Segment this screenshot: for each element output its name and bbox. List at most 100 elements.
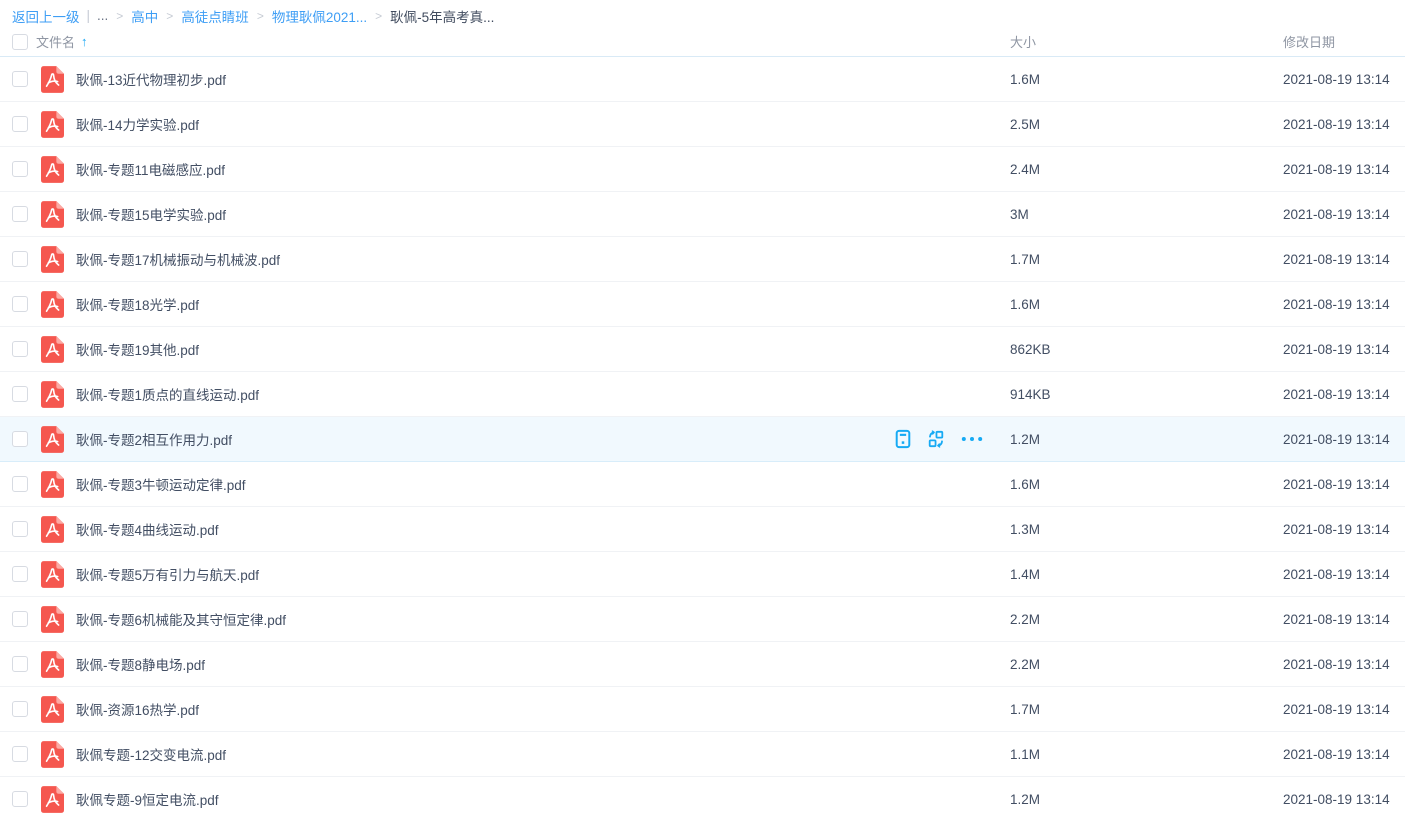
row-checkbox[interactable]: [12, 611, 28, 627]
breadcrumb-chevron: >: [375, 9, 382, 23]
pdf-file-icon: [41, 246, 64, 273]
file-name[interactable]: 耿佩-专题19其他.pdf: [76, 339, 1010, 359]
row-checkbox[interactable]: [12, 656, 28, 672]
column-header-size[interactable]: 大小: [1010, 32, 1283, 51]
breadcrumb: 返回上一级 | ... > 高中 > 高徒点睛班 > 物理耿佩2021... >…: [0, 0, 1405, 27]
breadcrumb-pipe-divider: |: [87, 8, 91, 23]
file-size: 1.3M: [1010, 522, 1283, 537]
pdf-file-icon: [41, 471, 64, 498]
row-checkbox[interactable]: [12, 476, 28, 492]
row-checkbox[interactable]: [12, 296, 28, 312]
file-size: 1.4M: [1010, 567, 1283, 582]
file-name[interactable]: 耿佩-专题15电学实验.pdf: [76, 204, 1010, 224]
row-checkbox[interactable]: [12, 71, 28, 87]
row-checkbox[interactable]: [12, 521, 28, 537]
file-name[interactable]: 耿佩-13近代物理初步.pdf: [76, 69, 1010, 89]
breadcrumb-link-gaotu[interactable]: 高徒点睛班: [181, 6, 249, 26]
file-date: 2021-08-19 13:14: [1283, 432, 1405, 447]
row-checkbox[interactable]: [12, 341, 28, 357]
share-transfer-icon[interactable]: [927, 429, 945, 449]
file-name[interactable]: 耿佩-专题17机械振动与机械波.pdf: [76, 249, 1010, 269]
file-name[interactable]: 耿佩-14力学实验.pdf: [76, 114, 1010, 134]
table-row[interactable]: 耿佩专题-12交变电流.pdf 1.1M 2021-08-19: [0, 732, 1405, 777]
table-row[interactable]: 耿佩-专题3牛顿运动定律.pdf 1.6M 2021-08-19: [0, 462, 1405, 507]
row-checkbox[interactable]: [12, 161, 28, 177]
file-name[interactable]: 耿佩专题-12交变电流.pdf: [76, 744, 1010, 764]
file-size: 862KB: [1010, 342, 1283, 357]
file-name[interactable]: 耿佩专题-9恒定电流.pdf: [76, 789, 1010, 809]
file-name[interactable]: 耿佩-专题8静电场.pdf: [76, 654, 1010, 674]
file-date: 2021-08-19 13:14: [1283, 747, 1405, 762]
save-to-phone-icon[interactable]: [894, 429, 912, 449]
file-size: 2.2M: [1010, 657, 1283, 672]
file-name[interactable]: 耿佩-资源16热学.pdf: [76, 699, 1010, 719]
table-row[interactable]: 耿佩-专题6机械能及其守恒定律.pdf 2.2M 2021-08: [0, 597, 1405, 642]
file-size: 2.5M: [1010, 117, 1283, 132]
table-row[interactable]: 耿佩-13近代物理初步.pdf 1.6M 2021-08-19: [0, 57, 1405, 102]
row-checkbox[interactable]: [12, 251, 28, 267]
table-row[interactable]: 耿佩-专题18光学.pdf 1.6M 2021-08-19 13: [0, 282, 1405, 327]
file-size: 1.6M: [1010, 72, 1283, 87]
table-row[interactable]: 耿佩-14力学实验.pdf 2.5M 2021-08-19 13: [0, 102, 1405, 147]
table-row[interactable]: 耿佩-专题1质点的直线运动.pdf 914KB 2021-08-: [0, 372, 1405, 417]
file-name[interactable]: 耿佩-专题2相互作用力.pdf: [76, 429, 1010, 449]
file-size: 1.6M: [1010, 297, 1283, 312]
select-all-checkbox[interactable]: [12, 34, 28, 50]
table-row[interactable]: 耿佩-专题19其他.pdf 862KB 2021-08-19 1: [0, 327, 1405, 372]
sort-ascending-icon[interactable]: ↑: [81, 34, 88, 49]
file-name[interactable]: 耿佩-专题5万有引力与航天.pdf: [76, 564, 1010, 584]
pdf-file-icon: [41, 741, 64, 768]
file-name[interactable]: 耿佩-专题6机械能及其守恒定律.pdf: [76, 609, 1010, 629]
row-checkbox[interactable]: [12, 206, 28, 222]
pdf-file-icon: [41, 201, 64, 228]
breadcrumb-back-link[interactable]: 返回上一级: [12, 6, 80, 26]
row-checkbox[interactable]: [12, 116, 28, 132]
file-size: 1.7M: [1010, 702, 1283, 717]
breadcrumb-link-gaozhong[interactable]: 高中: [131, 6, 158, 26]
file-size: 2.4M: [1010, 162, 1283, 177]
table-row[interactable]: 耿佩-专题4曲线运动.pdf 1.3M 2021-08-19 1: [0, 507, 1405, 552]
file-name[interactable]: 耿佩-专题4曲线运动.pdf: [76, 519, 1010, 539]
pdf-file-icon: [41, 381, 64, 408]
breadcrumb-link-wuli[interactable]: 物理耿佩2021...: [272, 6, 367, 26]
file-date: 2021-08-19 13:14: [1283, 117, 1405, 132]
breadcrumb-collapsed[interactable]: ...: [97, 8, 108, 23]
more-options-icon[interactable]: [960, 429, 984, 449]
row-checkbox[interactable]: [12, 746, 28, 762]
table-row[interactable]: 耿佩专题-9恒定电流.pdf 1.2M 2021-08-19 1: [0, 777, 1405, 814]
file-size: 1.2M: [1010, 792, 1283, 807]
table-row[interactable]: 耿佩-资源16热学.pdf 1.7M 2021-08-19 13: [0, 687, 1405, 732]
table-row[interactable]: 耿佩-专题11电磁感应.pdf 2.4M 2021-08-19: [0, 147, 1405, 192]
file-table-header: 文件名 ↑ 大小 修改日期: [0, 27, 1405, 57]
file-size: 1.6M: [1010, 477, 1283, 492]
row-checkbox[interactable]: [12, 431, 28, 447]
file-name[interactable]: 耿佩-专题11电磁感应.pdf: [76, 159, 1010, 179]
file-name[interactable]: 耿佩-专题3牛顿运动定律.pdf: [76, 474, 1010, 494]
table-row[interactable]: 耿佩-专题15电学实验.pdf 3M 2021-08-19 13: [0, 192, 1405, 237]
file-date: 2021-08-19 13:14: [1283, 72, 1405, 87]
pdf-file-icon: [41, 66, 64, 93]
row-checkbox[interactable]: [12, 386, 28, 402]
file-size: 1.1M: [1010, 747, 1283, 762]
file-date: 2021-08-19 13:14: [1283, 297, 1405, 312]
table-row[interactable]: 耿佩-专题5万有引力与航天.pdf 1.4M 2021-08-1: [0, 552, 1405, 597]
row-checkbox[interactable]: [12, 701, 28, 717]
table-row[interactable]: 耿佩-专题8静电场.pdf 2.2M 2021-08-19 13: [0, 642, 1405, 687]
file-size: 2.2M: [1010, 612, 1283, 627]
table-row[interactable]: 耿佩-专题17机械振动与机械波.pdf 1.7M 2021-08: [0, 237, 1405, 282]
file-date: 2021-08-19 13:14: [1283, 522, 1405, 537]
file-date: 2021-08-19 13:14: [1283, 477, 1405, 492]
row-checkbox[interactable]: [12, 566, 28, 582]
column-header-filename[interactable]: 文件名: [36, 32, 75, 51]
pdf-file-icon: [41, 786, 64, 813]
breadcrumb-current-folder: 耿佩-5年高考真...: [390, 6, 494, 26]
file-name[interactable]: 耿佩-专题18光学.pdf: [76, 294, 1010, 314]
file-date: 2021-08-19 13:14: [1283, 792, 1405, 807]
pdf-file-icon: [41, 291, 64, 318]
file-name[interactable]: 耿佩-专题1质点的直线运动.pdf: [76, 384, 1010, 404]
table-row[interactable]: 耿佩-专题2相互作用力.pdf 1.2M 2021-08-19: [0, 417, 1405, 462]
column-header-date[interactable]: 修改日期: [1283, 32, 1405, 51]
file-date: 2021-08-19 13:14: [1283, 207, 1405, 222]
file-date: 2021-08-19 13:14: [1283, 387, 1405, 402]
row-checkbox[interactable]: [12, 791, 28, 807]
